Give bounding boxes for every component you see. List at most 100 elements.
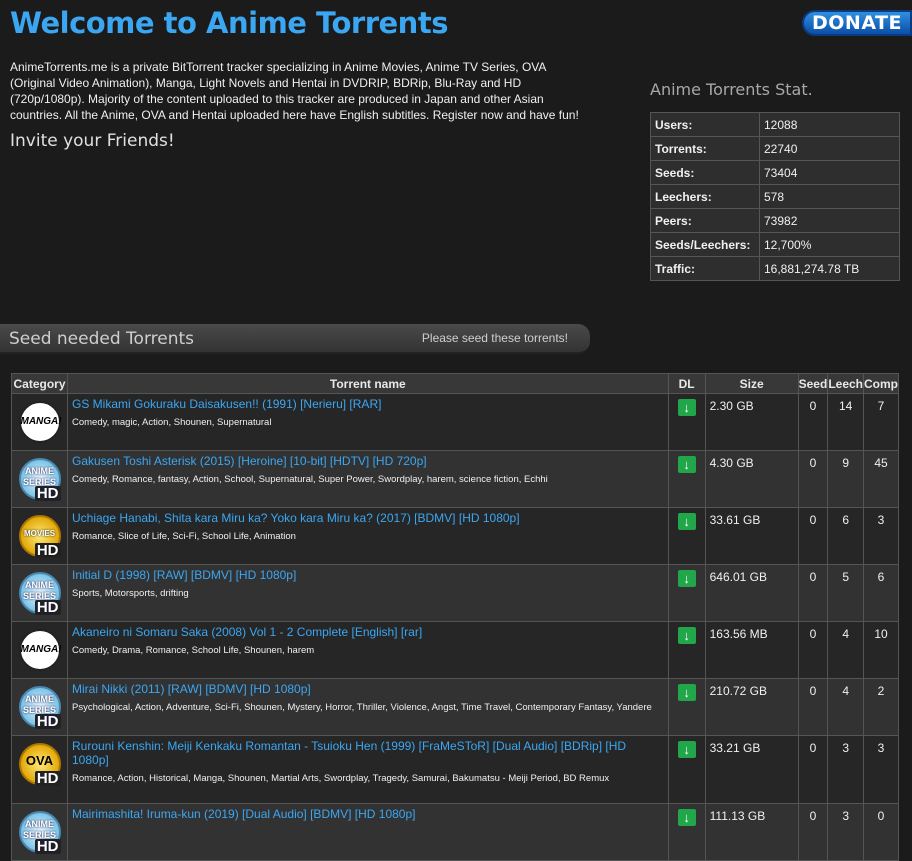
stats-row: Leechers: 578 [650,184,900,209]
leech-count: 5 [827,564,864,622]
stats-row: Torrents: 22740 [650,136,900,161]
leech-count: 3 [827,735,864,804]
torrent-tags: Psychological, Action, Adventure, Sci-Fi… [72,702,652,713]
manga-category-icon[interactable]: MANGA! [18,401,62,443]
stats-value: 22740 [759,136,900,161]
anime-series-category-icon[interactable]: ANIME SERIES HD [18,686,61,729]
download-cell[interactable]: ↓ [667,735,706,804]
hd-badge-icon: HD [34,485,61,502]
size-cell: 646.01 GB [704,564,799,622]
download-cell[interactable]: ↓ [667,803,706,861]
completed-count: 0 [863,803,899,861]
torrent-name-cell: Rurouni Kenshin: Meiji Kenkaku Romantan … [67,735,669,804]
download-icon[interactable]: ↓ [677,456,696,473]
torrent-title-link[interactable]: Akaneiro ni Somaru Saka (2008) Vol 1 - 2… [72,625,422,639]
torrent-name-cell: Mirai Nikki (2011) [RAW] [BDMV] [HD 1080… [67,678,669,736]
stats-key: Users: [650,112,760,137]
leech-count: 6 [827,507,864,565]
leech-count: 4 [827,621,864,679]
seed-needed-note: Please seed these torrents! [421,331,568,345]
table-row: ANIME SERIES HD Mairimashita! Iruma-kun (… [11,803,899,861]
leech-count: 3 [827,803,864,861]
download-cell[interactable]: ↓ [667,507,706,565]
torrent-name-cell: Uchiage Hanabi, Shita kara Miru ka? Yoko… [67,507,669,565]
stats-row: Seeds: 73404 [650,160,900,185]
torrent-name-cell: Initial D (1998) [RAW] [BDMV] [HD 1080p]… [67,564,669,622]
completed-count: 3 [863,507,899,565]
movies-category-icon[interactable]: MOVIES HD [18,515,61,559]
seed-count: 0 [797,803,829,861]
torrent-tags: Romance, Action, Historical, Manga, Shou… [72,773,610,784]
category-cell[interactable]: ANIME SERIES HD [11,803,68,861]
download-cell[interactable]: ↓ [667,564,706,622]
torrent-title-link[interactable]: Gakusen Toshi Asterisk (2015) [Heroine] … [72,454,427,468]
anime-series-category-icon[interactable]: ANIME SERIES HD [18,811,61,854]
stats-value: 73982 [759,208,900,233]
leech-count: 9 [827,450,864,508]
torrent-title-link[interactable]: Rurouni Kenshin: Meiji Kenkaku Romantan … [72,739,626,767]
stats-table: Users: 12088 Torrents: 22740 Seeds: 73404 L… [650,112,900,281]
category-label: ANIME SERIES [22,819,56,840]
download-icon[interactable]: ↓ [677,513,696,530]
torrent-title: Gakusen Toshi Asterisk (2015) [Heroine] … [72,454,327,468]
category-cell[interactable]: ANIME SERIES HD [11,678,68,736]
category-label: ANIME SERIES [22,466,56,487]
completed-count: 3 [863,735,899,804]
download-cell[interactable]: ↓ [667,621,706,679]
download-icon[interactable]: ↓ [677,399,696,416]
torrent-title: Rurouni Kenshin: Meiji Kenkaku Romantan … [72,739,558,753]
completed-count: 7 [863,393,899,451]
torrent-title-link[interactable]: Initial D (1998) [RAW] [BDMV] [HD 1080p] [72,568,296,582]
donate-button[interactable]: DONATE [802,10,912,36]
download-cell[interactable]: ↓ [667,393,706,451]
anime-series-category-icon[interactable]: ANIME SERIES HD [18,458,61,502]
col-seed[interactable]: Seed [797,373,829,394]
col-size[interactable]: Size [704,373,799,394]
category-cell[interactable]: ANIME SERIES HD [11,450,68,508]
ova-category-icon[interactable]: OVA HD [18,743,61,787]
seed-count: 0 [797,450,829,508]
category-label: MOVIES [23,529,56,538]
category-cell[interactable]: MOVIES HD [11,507,68,565]
stats-title: Anime Torrents Stat. [650,80,813,99]
torrent-tags: Comedy, magic, Action, Shounen, Supernat… [72,417,272,428]
size-cell: 210.72 GB [704,678,799,736]
invite-friends-link[interactable]: Invite your Friends! [10,131,175,151]
hd-badge-icon: HD [34,770,61,787]
col-category[interactable]: Category [11,373,68,394]
download-icon[interactable]: ↓ [677,684,696,701]
seed-count: 0 [797,507,829,565]
download-cell[interactable]: ↓ [667,450,706,508]
col-torrent-name[interactable]: Torrent name [67,373,669,394]
torrent-title-link[interactable]: GS Mikami Gokuraku Daisakusen!! (1991) [… [72,397,381,411]
stats-key: Traffic: [650,256,760,281]
category-cell[interactable]: ANIME SERIES HD [11,564,68,622]
seed-count: 0 [797,735,829,804]
download-icon[interactable]: ↓ [677,809,696,826]
category-label: OVA [25,753,54,768]
download-icon[interactable]: ↓ [677,627,696,644]
download-cell[interactable]: ↓ [667,678,706,736]
col-leech[interactable]: Leech [827,373,864,394]
category-cell[interactable]: OVA HD [11,735,68,804]
manga-category-icon[interactable]: MANGA! [18,629,62,671]
seed-needed-title: Seed needed Torrents [9,329,194,349]
download-icon[interactable]: ↓ [677,741,696,758]
stats-key: Seeds: [650,160,760,185]
category-cell[interactable]: MANGA! [11,393,68,451]
stats-row: Traffic: 16,881,274.78 TB [650,256,900,281]
torrent-title-link[interactable]: Uchiage Hanabi, Shita kara Miru ka? Yoko… [72,511,520,525]
download-icon[interactable]: ↓ [677,570,696,587]
stats-value: 73404 [759,160,900,185]
category-cell[interactable]: MANGA! [11,621,68,679]
seed-count: 0 [797,678,829,736]
torrent-tags: Comedy, Drama, Romance, School Life, Sho… [72,645,315,656]
torrent-title-link[interactable]: Mirai Nikki (2011) [RAW] [BDMV] [HD 1080… [72,682,311,696]
anime-series-category-icon[interactable]: ANIME SERIES HD [18,572,61,615]
stats-key: Seeds/Leechers: [650,232,760,257]
torrent-title-link[interactable]: Mairimashita! Iruma-kun (2019) [Dual Aud… [72,807,415,821]
category-label: ANIME SERIES [22,694,56,715]
col-comp[interactable]: Comp [863,373,899,394]
hd-badge-icon: HD [34,542,61,559]
table-row: OVA HD Rurouni Kenshin: Meiji Kenkaku Rom… [11,735,899,804]
